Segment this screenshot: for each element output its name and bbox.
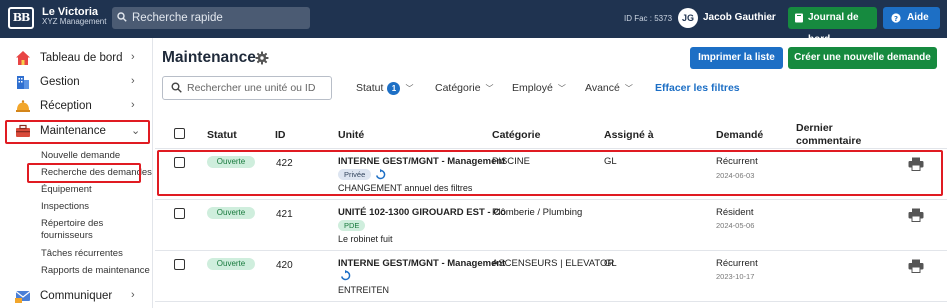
- printer-icon[interactable]: [908, 259, 924, 273]
- pde-tag: PDE: [338, 220, 366, 231]
- page-title: Maintenance: [162, 49, 256, 66]
- divider: [155, 250, 947, 251]
- svg-text:?: ?: [894, 15, 898, 23]
- printer-icon[interactable]: [908, 208, 924, 222]
- chevron-down-icon: ﹀: [485, 84, 494, 93]
- user-name[interactable]: Jacob Gauthier: [703, 12, 776, 23]
- unit-name[interactable]: UNITÉ 102-1300 GIROUARD EST - Cô: [338, 207, 506, 218]
- request-description: ENTREITEN: [338, 285, 390, 295]
- status-filter[interactable]: Statut 1 ﹀: [356, 82, 413, 95]
- book-icon: [795, 13, 803, 23]
- top-bar: BB Le Victoria XYZ Management Recherche …: [0, 0, 947, 45]
- mail-icon: [15, 291, 31, 303]
- sidebar-item-communiquer[interactable]: Communiquer ›: [0, 286, 153, 306]
- employee-filter[interactable]: Employé ﹀: [512, 82, 566, 94]
- property-switcher[interactable]: Le Victoria XYZ Management: [42, 6, 106, 27]
- clear-filters-link[interactable]: Effacer les filtres: [655, 82, 740, 94]
- chevron-down-icon: ﹀: [405, 84, 414, 93]
- id-fac: ID Fac : 5373: [624, 14, 673, 23]
- journal-button[interactable]: Journal de bord: [788, 7, 877, 45]
- requested-cell: Résident: [716, 207, 754, 218]
- sidebar-subitem-maintenance-reports[interactable]: Rapports de maintenance: [41, 265, 150, 277]
- sidebar-item-label: Communiquer: [40, 290, 113, 302]
- home-icon: [16, 51, 30, 65]
- header-last-comment[interactable]: Dernier commentaire: [796, 122, 866, 148]
- sidebar-item-reception[interactable]: Réception ›: [0, 96, 153, 116]
- chevron-down-icon: ﹀: [624, 84, 633, 93]
- building-icon: [17, 76, 29, 89]
- status-filter-count: 1: [387, 82, 401, 95]
- request-id[interactable]: 421: [276, 209, 293, 220]
- header-id[interactable]: ID: [275, 129, 286, 142]
- company-logo[interactable]: BB: [8, 7, 34, 29]
- header-status[interactable]: Statut: [207, 129, 237, 142]
- unit-name[interactable]: INTERNE GEST/MGNT - Management: [338, 258, 505, 269]
- header-category[interactable]: Catégorie: [492, 129, 540, 142]
- chevron-right-icon: ›: [131, 51, 135, 63]
- gear-icon[interactable]: [255, 51, 269, 65]
- help-label: Aide: [907, 12, 929, 23]
- divider: [155, 148, 947, 149]
- chevron-down-icon: ﹀: [557, 84, 566, 93]
- requested-cell: Récurrent: [716, 258, 758, 269]
- row-highlight: [157, 150, 943, 196]
- sidebar-item-label: Gestion: [40, 76, 80, 88]
- header-assigned[interactable]: Assigné à: [604, 129, 654, 142]
- status-badge: Ouverte: [207, 207, 255, 219]
- sidebar-item-gestion[interactable]: Gestion ›: [0, 72, 153, 92]
- chevron-right-icon: ›: [131, 289, 135, 301]
- category-cell: Plomberie / Plumbing: [492, 207, 583, 218]
- request-date: 2023-10-17: [716, 272, 755, 281]
- category-cell: ASCENSEURS | ELEVATOR: [492, 258, 615, 269]
- employee-filter-label: Employé: [512, 82, 553, 94]
- unit-search-input[interactable]: [162, 76, 332, 100]
- sidebar-subitem-suppliers[interactable]: Répertoire des fournisseurs: [41, 218, 111, 242]
- status-filter-label: Statut: [356, 82, 384, 94]
- help-button[interactable]: ? Aide: [883, 7, 940, 29]
- select-all-checkbox[interactable]: [174, 128, 185, 139]
- header-requested[interactable]: Demandé: [716, 129, 763, 142]
- category-filter[interactable]: Catégorie ﹀: [435, 82, 494, 94]
- sidebar-subitem-new-request[interactable]: Nouvelle demande: [41, 150, 120, 162]
- bell-icon: [16, 100, 30, 112]
- search-icon: [171, 82, 182, 93]
- sidebar-subitem-recurring-tasks[interactable]: Tâches récurrentes: [41, 248, 123, 260]
- chevron-down-icon[interactable]: ⌄: [768, 12, 776, 23]
- quick-search-input[interactable]: Recherche rapide: [112, 7, 310, 29]
- advanced-filter-label: Avancé: [585, 82, 620, 94]
- request-date: 2024-05-06: [716, 221, 755, 230]
- search-requests-highlight: [27, 163, 141, 183]
- print-list-button[interactable]: Imprimer la liste: [690, 47, 783, 69]
- advanced-filter[interactable]: Avancé ﹀: [585, 82, 633, 94]
- header-unit[interactable]: Unité: [338, 129, 364, 142]
- request-description: Le robinet fuit: [338, 234, 393, 244]
- recurring-icon: [340, 270, 351, 281]
- sidebar-subitem-equipment[interactable]: Équipement: [41, 184, 92, 196]
- maintenance-highlight: [5, 120, 150, 144]
- sidebar-subitem-inspections[interactable]: Inspections: [41, 201, 89, 213]
- request-id[interactable]: 420: [276, 260, 293, 271]
- divider: [155, 301, 947, 302]
- divider: [155, 199, 947, 200]
- avatar[interactable]: JG: [678, 8, 698, 28]
- sidebar-item-label: Réception: [40, 100, 92, 112]
- status-badge: Ouverte: [207, 258, 255, 270]
- sidebar: Tableau de bord › Gestion › Réception › …: [0, 38, 153, 308]
- sidebar-item-dashboard[interactable]: Tableau de bord ›: [0, 48, 153, 68]
- chevron-right-icon: ›: [131, 75, 135, 87]
- search-icon: [117, 12, 127, 22]
- help-icon: ?: [891, 13, 901, 23]
- company-name: XYZ Management: [42, 17, 107, 27]
- category-filter-label: Catégorie: [435, 82, 481, 94]
- create-request-button[interactable]: Créer une nouvelle demande: [788, 47, 937, 69]
- journal-label: Journal de bord: [808, 12, 859, 45]
- sidebar-item-label: Tableau de bord: [40, 52, 123, 64]
- row-checkbox[interactable]: [174, 259, 185, 270]
- row-checkbox[interactable]: [174, 208, 185, 219]
- assigned-cell: GL: [604, 258, 617, 269]
- chevron-right-icon: ›: [131, 99, 135, 111]
- quick-search-placeholder: Recherche rapide: [132, 12, 223, 24]
